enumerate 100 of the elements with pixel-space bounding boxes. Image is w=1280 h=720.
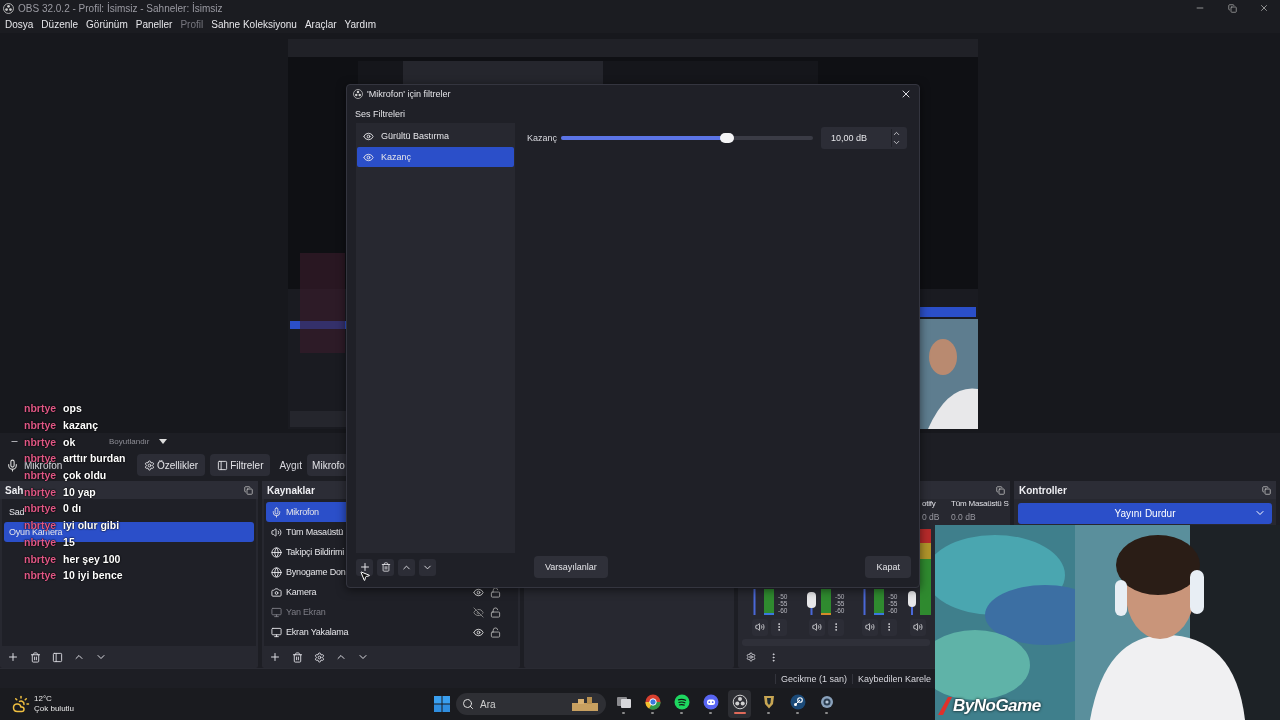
- source-label: Bynogame Don: [286, 567, 346, 577]
- source-label: Ekran Yakalama: [286, 627, 349, 637]
- chat-message: kazanç: [63, 419, 99, 432]
- more-button[interactable]: [771, 618, 787, 636]
- menu-item[interactable]: Sahne Koleksiyonu: [207, 19, 301, 30]
- speaker-icon: [812, 622, 822, 632]
- close-icon[interactable]: [900, 88, 912, 100]
- dialog-title: 'Mikrofon' için filtreler: [367, 89, 451, 99]
- stop-stream-button[interactable]: Yayını Durdur: [1018, 503, 1272, 524]
- start-icon[interactable]: [434, 696, 451, 712]
- filters-button[interactable]: Filtreler: [210, 454, 271, 476]
- gear-icon[interactable]: [313, 651, 325, 663]
- close-button[interactable]: Kapat: [865, 556, 911, 578]
- device-dropdown[interactable]: Mikrofo: [307, 454, 348, 476]
- scale-dropdown[interactable]: Boyutlandır: [109, 437, 168, 446]
- trash-icon: [380, 562, 391, 572]
- panel-title: Sah: [5, 484, 24, 496]
- source-item[interactable]: Kamera: [266, 582, 516, 602]
- source-label: Mikrofon: [286, 507, 319, 517]
- popout-icon[interactable]: [996, 485, 1005, 495]
- mute-button[interactable]: [809, 618, 825, 636]
- eye-icon[interactable]: [473, 586, 484, 598]
- source-label: Tüm Masaüstü: [286, 527, 344, 537]
- section-label: Ses Filtreleri: [354, 108, 406, 121]
- unlock-icon[interactable]: [490, 586, 501, 598]
- search-field[interactable]: Ara: [456, 693, 607, 715]
- source-item[interactable]: Bynogame Don: [266, 562, 516, 582]
- gain-spinbox[interactable]: 10,00 dB: [821, 127, 907, 149]
- source-label: Kamera: [286, 587, 317, 597]
- down-icon[interactable]: [892, 138, 901, 147]
- chat-username: nbrtye: [24, 419, 57, 432]
- restore-icon[interactable]: [1227, 3, 1237, 13]
- source-item[interactable]: Yan Ekran: [266, 602, 516, 622]
- menu-item[interactable]: Dosya: [1, 19, 38, 30]
- unlock-icon[interactable]: [490, 626, 501, 638]
- trash-icon[interactable]: [29, 651, 41, 663]
- chat-username: nbrtye: [24, 402, 57, 415]
- mute-button[interactable]: [862, 618, 878, 636]
- plus-icon[interactable]: [269, 651, 281, 663]
- filter-label: Kazanç: [381, 152, 412, 162]
- delete-button[interactable]: [377, 558, 394, 576]
- defaults-button[interactable]: Varsayılanlar: [534, 556, 608, 578]
- panel-icon: [217, 459, 229, 471]
- menu-item[interactable]: Paneller: [131, 19, 177, 30]
- gear-icon[interactable]: [746, 652, 756, 662]
- eye-off-icon[interactable]: [473, 606, 484, 618]
- menu-item[interactable]: Yardım: [340, 19, 381, 30]
- search-icon: [462, 698, 475, 710]
- popout-icon[interactable]: [244, 485, 253, 495]
- speaker-icon: [755, 622, 765, 632]
- logo-icon: [3, 2, 14, 14]
- menu-item[interactable]: Araçlar: [300, 19, 341, 30]
- recorder-icon: [731, 694, 748, 710]
- gear-icon: [818, 694, 835, 710]
- more-button[interactable]: [828, 618, 844, 636]
- add-button[interactable]: [356, 558, 373, 576]
- volume-meter-drawing: [807, 589, 833, 615]
- unlock-icon[interactable]: [490, 606, 501, 618]
- controller-icon: [702, 694, 719, 710]
- trash-icon[interactable]: [291, 651, 303, 663]
- mute-button[interactable]: [910, 618, 926, 636]
- up-icon[interactable]: [892, 129, 901, 138]
- close-icon[interactable]: [1259, 3, 1269, 13]
- properties-button[interactable]: Özellikler: [137, 454, 206, 476]
- eye-icon[interactable]: [363, 130, 374, 142]
- panel-title: Kaynaklar: [267, 484, 315, 496]
- gain-label: Kazanç: [526, 133, 557, 143]
- popout-icon[interactable]: [1262, 485, 1271, 495]
- eye-icon[interactable]: [473, 626, 484, 638]
- microphone-icon: [271, 506, 282, 518]
- plus-icon[interactable]: [7, 651, 19, 663]
- chat-message: ops: [63, 402, 82, 415]
- chat-message: ok: [63, 435, 76, 448]
- chat-message: çok oldu: [63, 469, 107, 482]
- filter-item[interactable]: Gürültü Bastırma: [357, 126, 514, 146]
- chat-username: nbrtye: [24, 469, 57, 482]
- chat-username: nbrtye: [24, 435, 57, 448]
- taskbar-app[interactable]: [728, 690, 752, 718]
- more-button[interactable]: [881, 618, 897, 636]
- eye-icon[interactable]: [363, 151, 374, 163]
- scene-item[interactable]: Sad: [9, 507, 25, 517]
- source-item[interactable]: Ekran Yakalama: [266, 622, 516, 642]
- caret-icon: [159, 439, 168, 444]
- move-down-button[interactable]: [419, 558, 436, 576]
- slider-thumb[interactable]: [720, 133, 735, 143]
- gain-slider[interactable]: [561, 136, 813, 140]
- source-item[interactable]: Tüm Masaüstü: [266, 522, 516, 542]
- chat-message: 10 yap: [63, 485, 96, 498]
- filter-item[interactable]: Kazanç: [357, 147, 514, 167]
- panel-icon[interactable]: [51, 651, 63, 663]
- window-title: OBS 32.0.2 - Profil: İsimsiz - Sahneler: İsimsiz: [18, 2, 223, 14]
- menu-item[interactable]: Düzenle: [37, 19, 83, 30]
- device-label: Aygıt: [279, 459, 303, 471]
- chat-username: nbrtye: [24, 485, 57, 498]
- source-item[interactable]: Takipçi Bildirimi: [266, 542, 516, 562]
- weather-icon[interactable]: [12, 695, 30, 713]
- logo-icon: [353, 89, 363, 99]
- mute-button[interactable]: [752, 618, 768, 636]
- windows-stack-icon: [615, 694, 632, 710]
- menu-item[interactable]: Görünüm: [82, 19, 132, 30]
